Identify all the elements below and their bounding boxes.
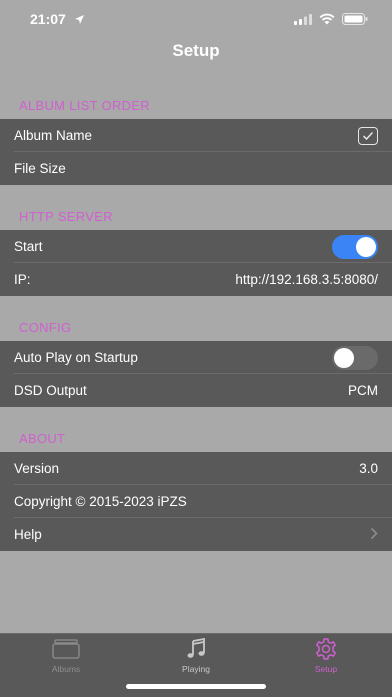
- version-value: 3.0: [359, 461, 378, 476]
- auto-play-toggle[interactable]: [332, 345, 378, 370]
- tab-playing[interactable]: Playing: [156, 638, 236, 674]
- chevron-right-icon: [370, 527, 378, 543]
- ip-value: http://192.168.3.5:8080/: [235, 272, 378, 287]
- toggle-knob: [334, 347, 354, 368]
- status-indicators: [294, 12, 368, 30]
- help-row[interactable]: Help: [0, 518, 392, 551]
- ip-row: IP: http://192.168.3.5:8080/: [0, 263, 392, 296]
- http-start-toggle[interactable]: [332, 234, 378, 259]
- battery-icon: [342, 12, 368, 30]
- tab-setup[interactable]: Setup: [286, 638, 366, 674]
- tab-albums[interactable]: Albums: [26, 638, 106, 674]
- dsd-output-label: DSD Output: [14, 383, 87, 398]
- file-size-label: File Size: [14, 161, 66, 176]
- album-name-label: Album Name: [14, 128, 93, 143]
- album-name-row[interactable]: Album Name: [0, 119, 392, 152]
- help-label: Help: [14, 527, 42, 542]
- section-header-album-list-order: ALBUM LIST ORDER: [19, 98, 150, 113]
- auto-play-label: Auto Play on Startup: [14, 350, 138, 365]
- section-header-about: ABOUT: [19, 431, 66, 446]
- location-arrow-icon: [74, 12, 85, 30]
- section-header-http-server: HTTP SERVER: [19, 209, 113, 224]
- music-note-icon: [156, 638, 236, 660]
- ip-label: IP:: [14, 272, 31, 287]
- dsd-output-value: PCM: [348, 383, 378, 398]
- auto-play-row: Auto Play on Startup: [0, 341, 392, 374]
- status-time: 21:07: [30, 11, 66, 27]
- wifi-icon: [319, 12, 335, 30]
- copyright-row: Copyright © 2015-2023 iPZS: [0, 485, 392, 518]
- home-indicator: [126, 684, 266, 689]
- tab-playing-label: Playing: [182, 664, 210, 674]
- http-start-label: Start: [14, 239, 43, 254]
- toggle-knob: [356, 236, 376, 257]
- file-size-row[interactable]: File Size: [0, 152, 392, 185]
- section-header-config: CONFIG: [19, 320, 72, 335]
- copyright-label: Copyright © 2015-2023 iPZS: [14, 494, 187, 509]
- checkmark-icon: [358, 126, 378, 145]
- gear-icon: [286, 638, 366, 660]
- tab-albums-label: Albums: [51, 664, 81, 674]
- http-start-row: Start: [0, 230, 392, 263]
- page-title: Setup: [172, 41, 220, 60]
- cellular-signal-icon: [294, 12, 312, 30]
- version-label: Version: [14, 461, 60, 476]
- tab-setup-label: Setup: [314, 664, 338, 674]
- albums-icon: [26, 638, 106, 660]
- status-bar: 21:07: [0, 0, 392, 36]
- version-row: Version 3.0: [0, 452, 392, 485]
- dsd-output-row[interactable]: DSD Output PCM: [0, 374, 392, 407]
